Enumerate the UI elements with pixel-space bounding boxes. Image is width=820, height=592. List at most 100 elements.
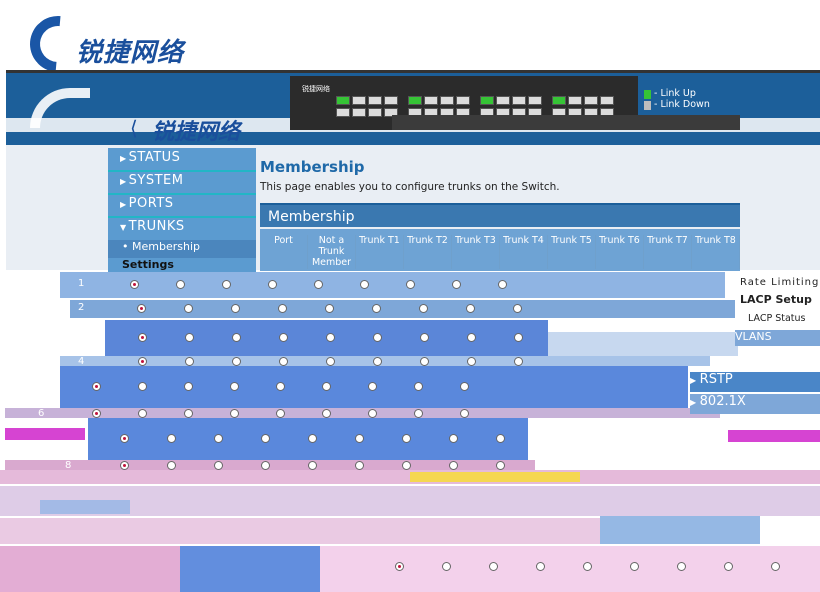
trunk-radio[interactable] bbox=[514, 357, 523, 366]
glitch-band bbox=[5, 428, 85, 440]
trunk-radio[interactable] bbox=[771, 562, 780, 571]
trunk-radio[interactable] bbox=[214, 434, 223, 443]
trunk-radio[interactable] bbox=[276, 409, 285, 418]
trunk-radio[interactable] bbox=[368, 409, 377, 418]
trunk-radio[interactable] bbox=[466, 304, 475, 313]
glitch-band bbox=[0, 546, 180, 592]
trunk-radio[interactable] bbox=[230, 382, 239, 391]
trunk-radio[interactable] bbox=[360, 280, 369, 289]
trunk-radio[interactable] bbox=[276, 382, 285, 391]
trunk-radio[interactable] bbox=[536, 562, 545, 571]
trunk-radio[interactable] bbox=[583, 562, 592, 571]
trunk-radio[interactable] bbox=[489, 562, 498, 571]
trunk-radio[interactable] bbox=[496, 461, 505, 470]
right-nav-rstp[interactable]: ▶ RSTP bbox=[690, 372, 820, 392]
trunk-radio[interactable] bbox=[496, 434, 505, 443]
trunk-radio[interactable] bbox=[325, 304, 334, 313]
trunk-radio[interactable] bbox=[460, 409, 469, 418]
table-row bbox=[60, 356, 710, 366]
trunk-radio[interactable] bbox=[449, 434, 458, 443]
right-nav-rate[interactable]: Rate Limiting bbox=[740, 275, 820, 291]
trunk-radio[interactable] bbox=[230, 409, 239, 418]
trunk-radio[interactable] bbox=[308, 461, 317, 470]
right-nav-label: 802.1X bbox=[699, 394, 746, 409]
trunk-radio[interactable] bbox=[420, 357, 429, 366]
trunk-radio[interactable] bbox=[222, 280, 231, 289]
trunk-radio[interactable] bbox=[419, 304, 428, 313]
right-nav-vlans[interactable]: VLANS bbox=[735, 330, 820, 346]
trunk-radio[interactable] bbox=[184, 409, 193, 418]
trunk-radio[interactable] bbox=[467, 357, 476, 366]
trunk-radio[interactable] bbox=[268, 280, 277, 289]
port-number: 3 bbox=[85, 331, 92, 342]
trunk-radio[interactable] bbox=[355, 434, 364, 443]
trunk-radio[interactable] bbox=[322, 409, 331, 418]
trunk-radio[interactable] bbox=[460, 382, 469, 391]
trunk-radio[interactable] bbox=[261, 461, 270, 470]
trunk-radio[interactable] bbox=[514, 333, 523, 342]
right-nav-lacp-setup[interactable]: LACP Setup bbox=[740, 293, 820, 309]
trunk-radio[interactable] bbox=[406, 280, 415, 289]
not-member-radio[interactable] bbox=[138, 357, 147, 366]
trunk-radio[interactable] bbox=[279, 357, 288, 366]
trunk-radio[interactable] bbox=[372, 304, 381, 313]
port-number: 6 bbox=[38, 408, 45, 419]
trunk-radio[interactable] bbox=[232, 333, 241, 342]
chevron-right-icon: ▶ bbox=[690, 376, 697, 385]
trunk-radio[interactable] bbox=[185, 333, 194, 342]
trunk-radio[interactable] bbox=[677, 562, 686, 571]
not-member-radio[interactable] bbox=[92, 409, 101, 418]
trunk-radio[interactable] bbox=[420, 333, 429, 342]
trunk-radio[interactable] bbox=[279, 333, 288, 342]
trunk-radio[interactable] bbox=[395, 562, 404, 571]
trunk-radio[interactable] bbox=[513, 304, 522, 313]
chevron-right-icon: ▶ bbox=[690, 398, 697, 407]
glitch-band bbox=[600, 516, 760, 544]
trunk-radio[interactable] bbox=[167, 461, 176, 470]
trunk-radio[interactable] bbox=[138, 409, 147, 418]
trunk-radio[interactable] bbox=[176, 280, 185, 289]
trunk-radio[interactable] bbox=[449, 461, 458, 470]
trunk-radio[interactable] bbox=[326, 333, 335, 342]
trunk-radio[interactable] bbox=[278, 304, 287, 313]
not-member-radio[interactable] bbox=[137, 304, 146, 313]
right-nav-lacp-status[interactable]: LACP Status bbox=[748, 311, 820, 327]
trunk-radio[interactable] bbox=[231, 304, 240, 313]
trunk-radio[interactable] bbox=[414, 382, 423, 391]
trunk-radio[interactable] bbox=[214, 461, 223, 470]
membership-table-body: 12345678 bbox=[0, 0, 820, 592]
trunk-radio[interactable] bbox=[414, 409, 423, 418]
right-nav-label: LACP Status bbox=[748, 313, 806, 324]
trunk-radio[interactable] bbox=[467, 333, 476, 342]
table-row bbox=[70, 300, 735, 318]
not-member-radio[interactable] bbox=[120, 461, 129, 470]
trunk-radio[interactable] bbox=[184, 382, 193, 391]
trunk-radio[interactable] bbox=[326, 357, 335, 366]
not-member-radio[interactable] bbox=[130, 280, 139, 289]
trunk-radio[interactable] bbox=[402, 461, 411, 470]
trunk-radio[interactable] bbox=[498, 280, 507, 289]
trunk-radio[interactable] bbox=[261, 434, 270, 443]
not-member-radio[interactable] bbox=[120, 434, 129, 443]
trunk-radio[interactable] bbox=[232, 357, 241, 366]
trunk-radio[interactable] bbox=[167, 434, 176, 443]
trunk-radio[interactable] bbox=[355, 461, 364, 470]
trunk-radio[interactable] bbox=[442, 562, 451, 571]
trunk-radio[interactable] bbox=[402, 434, 411, 443]
trunk-radio[interactable] bbox=[138, 382, 147, 391]
trunk-radio[interactable] bbox=[314, 280, 323, 289]
trunk-radio[interactable] bbox=[630, 562, 639, 571]
trunk-radio[interactable] bbox=[322, 382, 331, 391]
trunk-radio[interactable] bbox=[308, 434, 317, 443]
port-number: 5 bbox=[38, 380, 45, 391]
trunk-radio[interactable] bbox=[373, 333, 382, 342]
trunk-radio[interactable] bbox=[185, 357, 194, 366]
trunk-radio[interactable] bbox=[184, 304, 193, 313]
not-member-radio[interactable] bbox=[92, 382, 101, 391]
trunk-radio[interactable] bbox=[368, 382, 377, 391]
trunk-radio[interactable] bbox=[452, 280, 461, 289]
trunk-radio[interactable] bbox=[724, 562, 733, 571]
right-nav-8021x[interactable]: ▶ 802.1X bbox=[690, 394, 820, 414]
not-member-radio[interactable] bbox=[138, 333, 147, 342]
trunk-radio[interactable] bbox=[373, 357, 382, 366]
